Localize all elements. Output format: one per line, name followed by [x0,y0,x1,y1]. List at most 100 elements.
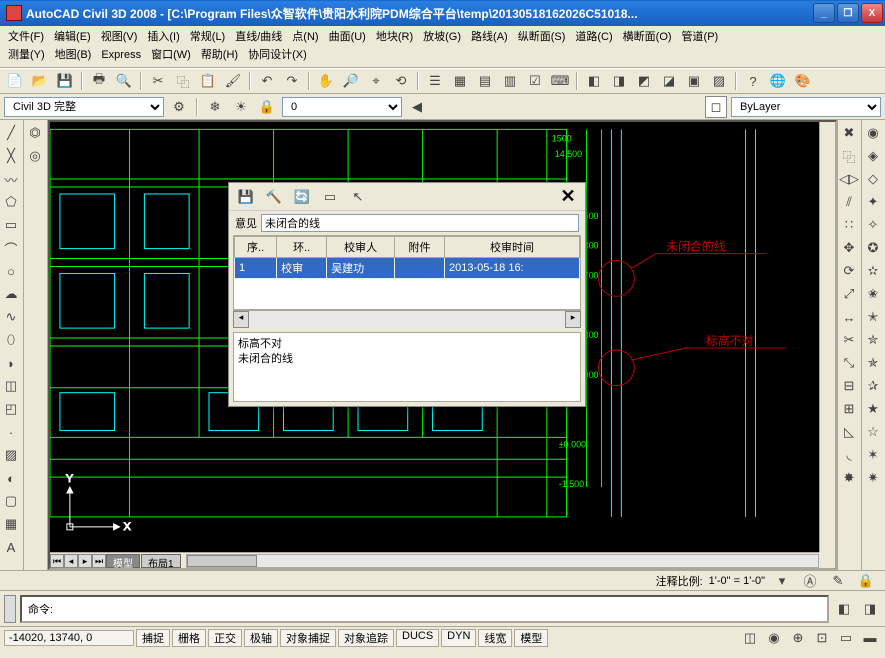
m2f-icon[interactable]: ✪ [862,237,884,259]
arc-icon[interactable]: ⌒ [0,237,22,259]
fillet-icon[interactable]: ◟ [838,444,860,466]
line-icon[interactable]: ╱ [0,122,22,144]
tab-last-icon[interactable]: ⏭ [92,554,106,568]
status-toggle[interactable]: 对象追踪 [338,629,394,647]
move-icon[interactable]: ✥ [838,237,860,259]
world-icon[interactable]: 🌐 [767,70,789,92]
m2c-icon[interactable]: ◇ [862,168,884,190]
hatch-icon[interactable]: ▨ [0,444,22,466]
new-icon[interactable]: 📄 [4,70,26,92]
save-icon[interactable]: 💾 [54,70,76,92]
m2g-icon[interactable]: ✫ [862,260,884,282]
anno-c-icon[interactable]: 🔒 [855,570,877,592]
menu-item[interactable]: 编辑(E) [54,28,91,46]
anno-a-icon[interactable]: Ⓐ [799,570,821,592]
m2p-icon[interactable]: ✷ [862,467,884,489]
stretch-icon[interactable]: ↔ [838,306,860,328]
menu-item[interactable]: 管道(P) [682,28,719,46]
match-icon[interactable]: 🖌 [222,70,244,92]
designcenter-icon[interactable]: ▦ [449,70,471,92]
paste-icon[interactable]: 📋 [197,70,219,92]
menu-item[interactable]: 窗口(W) [151,46,191,64]
status-toggle[interactable]: 正交 [208,629,242,647]
dlg-save-icon[interactable]: 💾 [235,186,257,208]
menu-item[interactable]: 文件(F) [8,28,44,46]
scale-icon[interactable]: ⤢ [838,283,860,305]
text-icon[interactable]: A [0,536,22,558]
earc-icon[interactable]: ◗ [0,352,22,374]
zoom-icon[interactable]: 🔎 [340,70,362,92]
zoom-prev-icon[interactable]: ⟲ [390,70,412,92]
canvas-vscroll[interactable] [819,122,835,552]
sb-a-icon[interactable]: ◫ [739,627,761,649]
properties-icon[interactable]: ☰ [424,70,446,92]
m2b-icon[interactable]: ◈ [862,145,884,167]
trim-icon[interactable]: ✂ [838,329,860,351]
block-icon[interactable]: ◫ [0,375,22,397]
region-icon[interactable]: ▢ [0,490,22,512]
tool2a-icon[interactable]: ⏣ [24,122,46,144]
m2o-icon[interactable]: ✶ [862,444,884,466]
cmd-btn1-icon[interactable]: ◧ [833,598,855,620]
tab-next-icon[interactable]: ▸ [78,554,92,568]
join-icon[interactable]: ⊞ [838,398,860,420]
menu-item[interactable]: 路线(A) [471,28,508,46]
cmd-btn2-icon[interactable]: ◨ [859,598,881,620]
revcloud-icon[interactable]: ☁ [0,283,22,305]
anno-value[interactable]: 1'-0" = 1'-0" [709,575,765,587]
dlg-hammer-icon[interactable]: 🔨 [263,186,285,208]
array-icon[interactable]: ∷ [838,214,860,236]
status-toggle[interactable]: DYN [441,629,476,647]
open-icon[interactable]: 📂 [29,70,51,92]
review-dialog[interactable]: 💾 🔨 🔄 ▭ ↖ ✕ 意见 序..环..校审人附件校审时间 1校审吴建功201… [228,182,586,407]
menu-item[interactable]: 点(N) [292,28,318,46]
tool-e-icon[interactable]: ▣ [683,70,705,92]
m2l-icon[interactable]: ✰ [862,375,884,397]
minimize-button[interactable]: _ [813,3,835,23]
chamfer-icon[interactable]: ◺ [838,421,860,443]
drawing-canvas[interactable]: 1500 14,500 1500 2800 6700 5800 2900 ±0.… [48,120,837,570]
gradient-icon[interactable]: ◐ [0,467,22,489]
calc-icon[interactable]: ⌨ [549,70,571,92]
layer-lock-icon[interactable]: 🔒 [256,96,278,118]
cut-icon[interactable]: ✂ [147,70,169,92]
sb-e-icon[interactable]: ▭ [835,627,857,649]
explode-icon[interactable]: ✸ [838,467,860,489]
m2h-icon[interactable]: ✬ [862,283,884,305]
zoom-window-icon[interactable]: ⌖ [365,70,387,92]
xline-icon[interactable]: ╳ [0,145,22,167]
help-icon[interactable]: ? [742,70,764,92]
grid-header[interactable]: 校审人 [327,237,395,258]
opinion-input[interactable] [261,214,579,232]
dialog-textarea[interactable]: 标高不对 未闭合的线 [233,332,581,402]
m2a-icon[interactable]: ◉ [862,122,884,144]
command-grip[interactable] [4,595,16,623]
m2n-icon[interactable]: ☆ [862,421,884,443]
extend-icon[interactable]: ⤡ [838,352,860,374]
menu-item[interactable]: Express [101,46,141,64]
point-icon[interactable]: · [0,421,22,443]
table-icon[interactable]: ▦ [0,513,22,535]
menu-item[interactable]: 纵断面(S) [518,28,566,46]
menu-item[interactable]: 测量(Y) [8,46,45,64]
m2i-icon[interactable]: ✭ [862,306,884,328]
rotate-icon[interactable]: ⟳ [838,260,860,282]
grid-header[interactable]: 校审时间 [445,237,580,258]
status-toggle[interactable]: DUCS [396,629,439,647]
rect-icon[interactable]: ▭ [0,214,22,236]
menu-item[interactable]: 协同设计(X) [248,46,307,64]
canvas-hscroll[interactable] [186,554,819,568]
tool-f-icon[interactable]: ▨ [708,70,730,92]
pline-icon[interactable]: 〰 [0,168,22,190]
menu-item[interactable]: 视图(V) [101,28,138,46]
status-toggle[interactable]: 线宽 [478,629,512,647]
redo-icon[interactable]: ↷ [281,70,303,92]
menu-item[interactable]: 直线/曲线 [235,28,282,46]
sb-c-icon[interactable]: ⊕ [787,627,809,649]
maximize-button[interactable]: ❐ [837,3,859,23]
status-toggle[interactable]: 极轴 [244,629,278,647]
command-input[interactable] [20,595,829,623]
markup-icon[interactable]: ☑ [524,70,546,92]
dlg-rect-icon[interactable]: ▭ [319,186,341,208]
circle-icon[interactable]: ○ [0,260,22,282]
